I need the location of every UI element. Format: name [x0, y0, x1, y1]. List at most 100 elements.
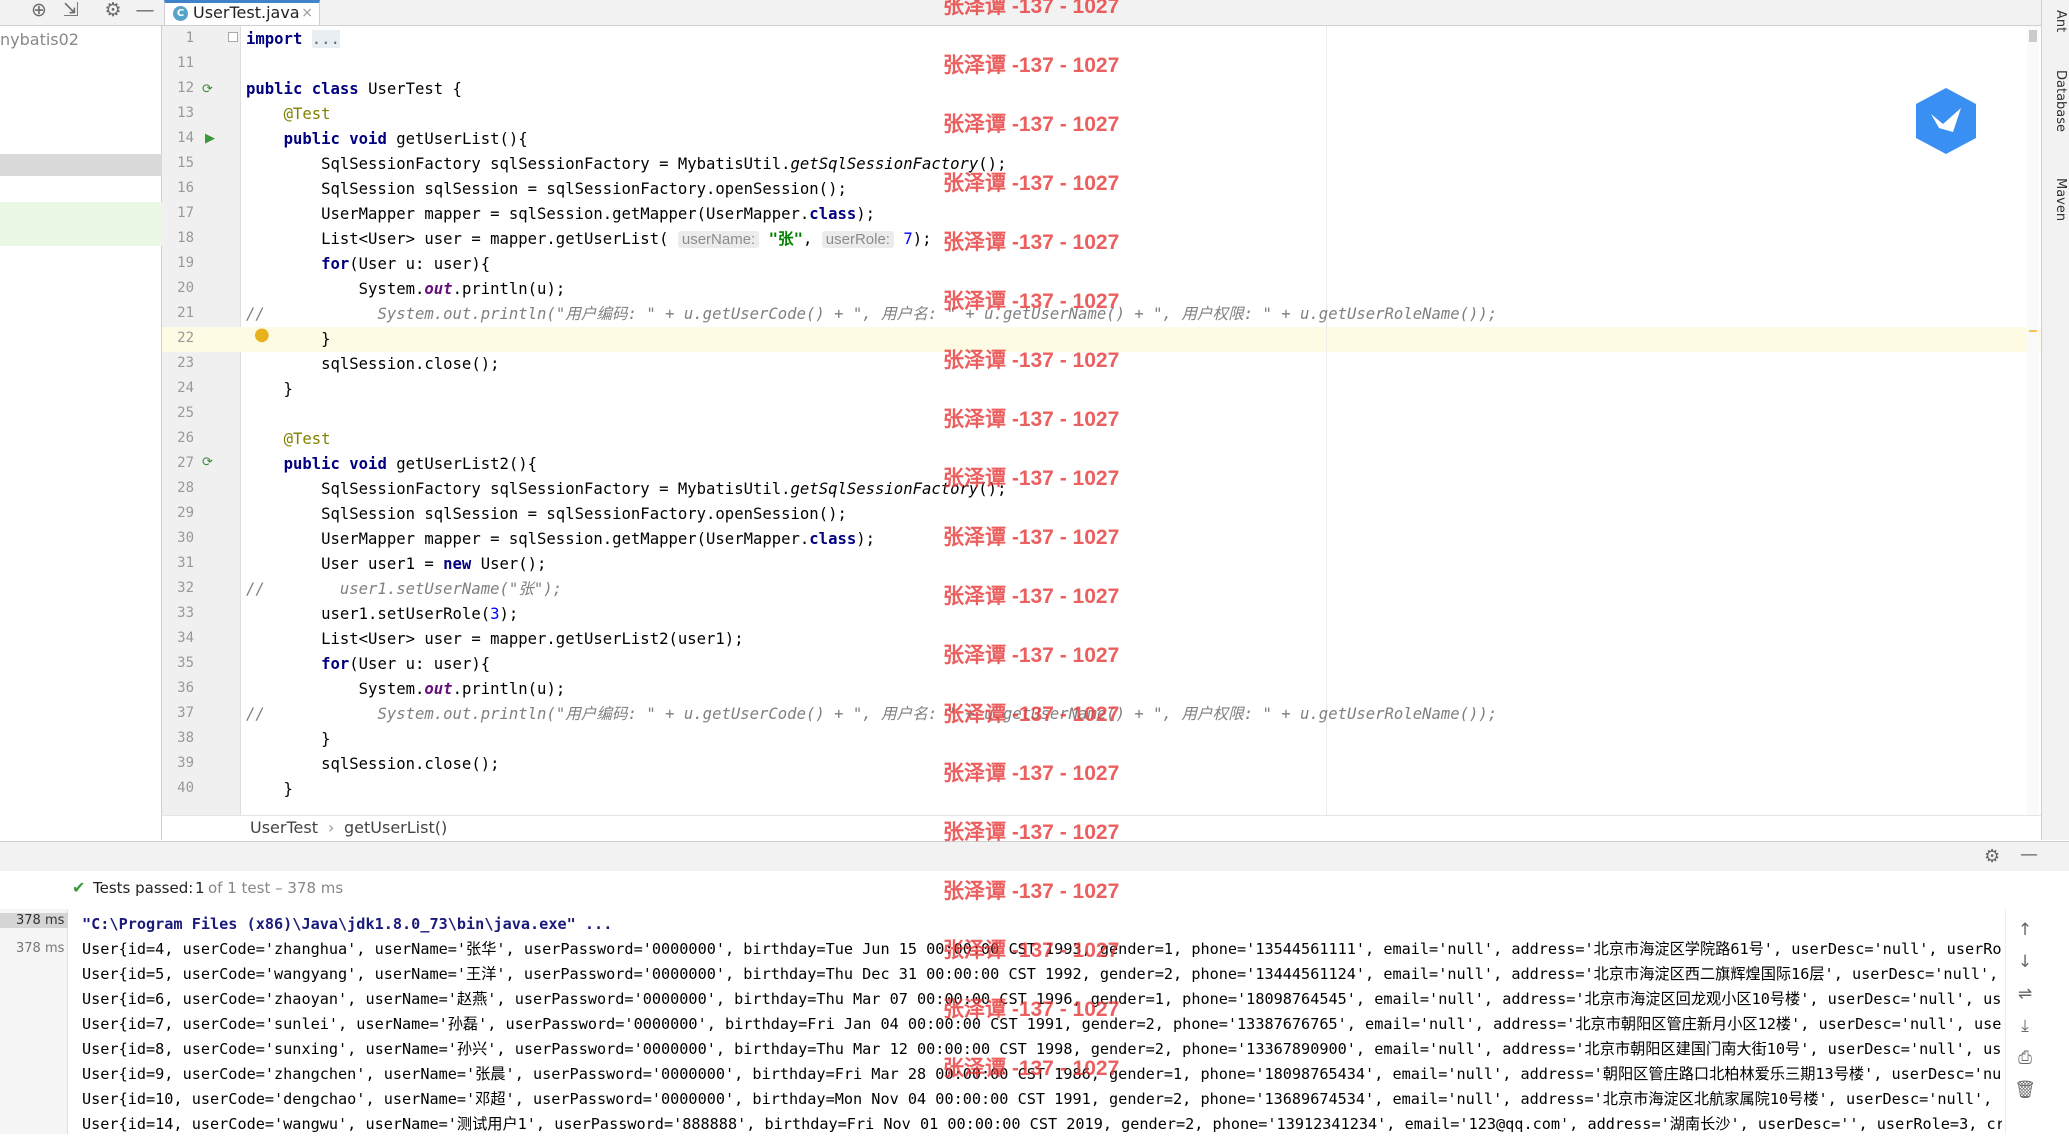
code-token: sqlSession.close();: [246, 355, 500, 373]
line-number[interactable]: 18: [162, 230, 194, 246]
code-line[interactable]: User user1 = new User();: [246, 552, 546, 577]
code-line[interactable]: // System.out.println("用户编码: " + u.getUs…: [246, 302, 1497, 327]
code-line[interactable]: @Test: [246, 427, 331, 452]
code-line[interactable]: System.out.println(u);: [246, 677, 566, 702]
line-number[interactable]: 34: [162, 630, 194, 646]
line-number[interactable]: 16: [162, 180, 194, 196]
line-number[interactable]: 40: [162, 780, 194, 796]
breadcrumb-class[interactable]: UserTest: [250, 818, 318, 837]
line-number[interactable]: 28: [162, 480, 194, 496]
tool-database[interactable]: Database: [2044, 70, 2068, 132]
line-number[interactable]: 13: [162, 105, 194, 121]
code-line[interactable]: SqlSession sqlSession = sqlSessionFactor…: [246, 502, 847, 527]
collapse-icon[interactable]: ⇲: [58, 0, 84, 22]
line-number[interactable]: 20: [162, 280, 194, 296]
trash-icon[interactable]: 🗑: [2013, 1080, 2037, 1104]
line-number[interactable]: 39: [162, 755, 194, 771]
scroll-end-icon[interactable]: ⤓: [2013, 1016, 2037, 1040]
line-number[interactable]: 29: [162, 505, 194, 521]
line-number[interactable]: 24: [162, 380, 194, 396]
code-line[interactable]: @Test: [246, 102, 331, 127]
up-arrow-icon[interactable]: ↑: [2013, 920, 2037, 944]
print-icon[interactable]: ⎙: [2013, 1048, 2037, 1072]
fold-icon[interactable]: [228, 32, 238, 42]
run-test-class-icon[interactable]: ⟳: [202, 82, 213, 97]
code-line[interactable]: for(User u: user){: [246, 252, 490, 277]
test-time-row[interactable]: 378 ms: [0, 913, 68, 928]
editor-scrollbar[interactable]: [2027, 26, 2039, 816]
code-line[interactable]: System.out.println(u);: [246, 277, 566, 302]
code-line[interactable]: public void getUserList(){: [246, 127, 528, 152]
line-number[interactable]: 36: [162, 680, 194, 696]
line-number[interactable]: 19: [162, 255, 194, 271]
close-tab-icon[interactable]: ×: [301, 3, 313, 23]
code-line[interactable]: user1.setUserRole(3);: [246, 602, 518, 627]
code-token: out: [424, 280, 453, 298]
line-number[interactable]: 14: [162, 130, 194, 146]
line-number[interactable]: 12: [162, 80, 194, 96]
line-number[interactable]: 1: [162, 30, 194, 46]
code-line[interactable]: for(User u: user){: [246, 652, 490, 677]
run-test-icon[interactable]: ▶: [205, 131, 215, 146]
gear-icon[interactable]: ⚙: [100, 0, 126, 22]
breadcrumb-method[interactable]: getUserList(): [344, 818, 447, 837]
code-line[interactable]: sqlSession.close();: [246, 752, 499, 777]
code-line[interactable]: public void getUserList2(){: [246, 452, 538, 477]
line-number[interactable]: 22: [162, 330, 194, 346]
code-token: ,: [802, 230, 822, 248]
line-number[interactable]: 37: [162, 705, 194, 721]
code-line[interactable]: UserMapper mapper = sqlSession.getMapper…: [246, 527, 875, 552]
tool-maven[interactable]: Maven: [2044, 178, 2068, 221]
code-token: user1.setUserRole(: [246, 605, 491, 623]
code-line[interactable]: List<User> user = mapper.getUserList2(us…: [246, 627, 743, 652]
code-token: SqlSessionFactory sqlSessionFactory = My…: [246, 155, 791, 173]
code-line[interactable]: SqlSessionFactory sqlSessionFactory = My…: [246, 477, 1006, 502]
line-number[interactable]: 30: [162, 530, 194, 546]
code-line[interactable]: import ...: [246, 27, 340, 52]
code-token: 3: [490, 605, 500, 623]
line-number[interactable]: 23: [162, 355, 194, 371]
code-line[interactable]: UserMapper mapper = sqlSession.getMapper…: [246, 202, 875, 227]
hide-panel-icon[interactable]: —: [2020, 844, 2038, 865]
selected-tree-row[interactable]: [0, 154, 162, 176]
line-number[interactable]: 15: [162, 155, 194, 171]
code-line[interactable]: }: [246, 377, 293, 402]
code-line[interactable]: }: [246, 777, 293, 802]
code-line[interactable]: sqlSession.close();: [246, 352, 499, 377]
line-number[interactable]: 11: [162, 55, 194, 71]
project-tree-item[interactable]: nybatis02: [0, 30, 79, 49]
code-line[interactable]: // System.out.println("用户编码: " + u.getUs…: [246, 702, 1497, 727]
line-number[interactable]: 35: [162, 655, 194, 671]
line-number[interactable]: 33: [162, 605, 194, 621]
minimize-icon[interactable]: —: [132, 0, 158, 22]
highlight-tree-row[interactable]: [0, 202, 162, 246]
code-line[interactable]: List<User> user = mapper.getUserList( us…: [246, 227, 932, 252]
code-line[interactable]: public class UserTest {: [246, 77, 462, 102]
settings-gear-icon[interactable]: ⚙: [1984, 846, 2000, 867]
line-number[interactable]: 26: [162, 430, 194, 446]
line-number[interactable]: 25: [162, 405, 194, 421]
code-line[interactable]: SqlSessionFactory sqlSessionFactory = My…: [246, 152, 1006, 177]
lightbulb-icon[interactable]: ●: [254, 324, 270, 345]
watermark-text: 张泽谭 -137 - 1027: [943, 585, 1120, 608]
target-icon[interactable]: ⊕: [26, 0, 52, 22]
line-number[interactable]: 31: [162, 555, 194, 571]
test-time-row[interactable]: 378 ms: [16, 941, 64, 956]
down-arrow-icon[interactable]: ↓: [2013, 952, 2037, 976]
code-line[interactable]: SqlSession sqlSession = sqlSessionFactor…: [246, 177, 847, 202]
line-number[interactable]: 32: [162, 580, 194, 596]
code-token: sqlSession.close();: [246, 755, 500, 773]
code-line[interactable]: }: [246, 727, 330, 752]
code-token: @Test: [283, 430, 331, 448]
line-number[interactable]: 17: [162, 205, 194, 221]
tab-usertest-java[interactable]: C UserTest.java ×: [164, 0, 320, 25]
code-token: //: [246, 580, 265, 598]
run-test2-icon[interactable]: ⟳: [202, 455, 213, 470]
tool-ant[interactable]: Ant: [2044, 10, 2068, 32]
line-number[interactable]: 21: [162, 305, 194, 321]
code-line[interactable]: // user1.setUserName("张");: [246, 577, 562, 602]
line-number[interactable]: 27: [162, 455, 194, 471]
wrap-icon[interactable]: ⇌: [2013, 984, 2037, 1008]
line-number[interactable]: 38: [162, 730, 194, 746]
assistant-bird-icon[interactable]: [1913, 86, 1979, 156]
